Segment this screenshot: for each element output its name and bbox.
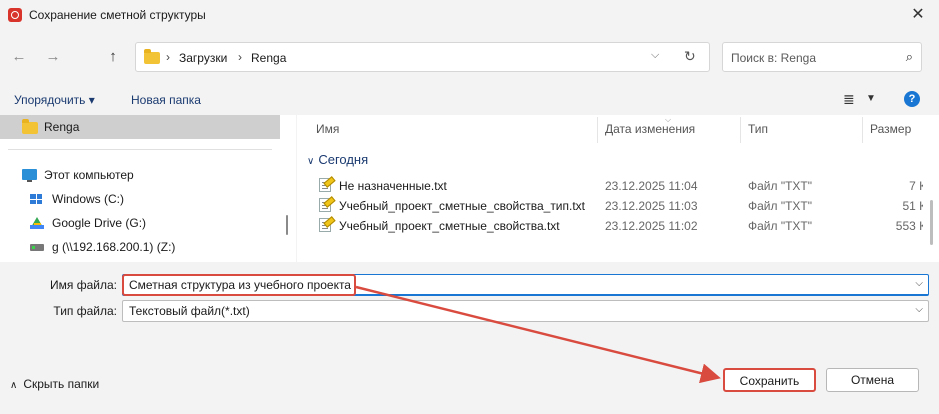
network-drive-icon (30, 244, 44, 251)
sidebar-item-renga[interactable]: Renga (0, 115, 280, 139)
file-type: Файл "TXT" (748, 219, 813, 233)
renga-app-icon (8, 8, 22, 22)
chevron-down-icon[interactable]: ⌵ (651, 49, 659, 62)
filetype-select[interactable]: Текстовый файл(*.txt) ⌵ (122, 300, 929, 322)
title-bar: Сохранение сметной структуры ✕ (0, 0, 939, 31)
folder-icon (22, 119, 38, 134)
file-row[interactable]: Учебный_проект_сметные_свойства.txt 23.1… (297, 216, 939, 236)
navigation-pane: Renga Этот компьютер Windows (C:) Google… (0, 115, 296, 262)
column-divider[interactable] (740, 117, 741, 143)
google-drive-icon (30, 217, 44, 229)
cancel-button[interactable]: Отмена (826, 368, 919, 392)
chevron-down-icon: ∨ (307, 156, 315, 167)
chevron-right-icon: › (166, 50, 170, 64)
view-options-icon[interactable]: ≣ (843, 91, 855, 108)
new-folder-button[interactable]: Новая папка (131, 93, 201, 107)
filetype-value: Текстовый файл(*.txt) (129, 304, 250, 318)
chevron-down-icon[interactable]: ▼ (866, 93, 876, 104)
command-toolbar: Упорядочить ▾ Новая папка ≣ ▼ ? (0, 86, 939, 114)
column-header-size[interactable]: Размер (870, 122, 911, 136)
filetype-label: Тип файла: (53, 304, 117, 318)
forward-icon[interactable]: → (42, 46, 64, 68)
sidebar-item-label: g (\\192.168.200.1) (Z:) (52, 240, 176, 254)
address-bar[interactable]: › Загрузки › Renga ⌵ ↻ (135, 42, 710, 72)
back-icon[interactable]: ← (8, 46, 30, 68)
chevron-down-icon[interactable]: ⌵ (915, 278, 923, 289)
file-type: Файл "TXT" (748, 179, 813, 193)
column-header-type[interactable]: Тип (748, 122, 768, 136)
save-form: Имя файла: Сметная структура из учебного… (0, 262, 939, 352)
chevron-up-icon: ∧ (10, 380, 18, 391)
file-row[interactable]: Учебный_проект_сметные_свойства_тип.txt … (297, 196, 939, 216)
search-box[interactable]: Поиск в: Renga ⌕ (722, 42, 922, 72)
group-label: Сегодня (318, 152, 369, 167)
sidebar-item-label: Renga (44, 120, 80, 134)
chevron-right-icon: › (238, 50, 242, 64)
sidebar-item-label: Google Drive (G:) (52, 216, 147, 230)
file-name: Учебный_проект_сметные_свойства.txt (339, 219, 560, 233)
sidebar-item-google-drive[interactable]: Google Drive (G:) (0, 212, 280, 236)
refresh-icon[interactable]: ↻ (684, 48, 696, 65)
filename-label: Имя файла: (50, 278, 117, 292)
column-header-name[interactable]: Имя (316, 122, 339, 136)
folder-icon (144, 49, 160, 64)
file-date: 23.12.2025 11:02 (605, 219, 698, 233)
scrollbar-thumb[interactable] (930, 200, 933, 245)
computer-icon (22, 169, 37, 182)
close-icon[interactable]: ✕ (907, 4, 929, 26)
text-file-icon (319, 198, 331, 212)
sidebar-item-windows-c[interactable]: Windows (C:) (0, 188, 280, 212)
annotation-highlight-filename (122, 274, 356, 296)
save-button[interactable]: Сохранить (723, 368, 816, 392)
breadcrumb-downloads[interactable]: Загрузки (179, 51, 227, 65)
hide-folders-button[interactable]: ∧ Скрыть папки (10, 377, 99, 391)
sidebar-scrollbar[interactable] (286, 215, 288, 235)
window-title: Сохранение сметной структуры (29, 8, 206, 22)
file-date: 23.12.2025 11:03 (605, 199, 698, 213)
file-date: 23.12.2025 11:04 (605, 179, 698, 193)
dialog-footer: ∧ Скрыть папки Сохранить Отмена (0, 352, 939, 414)
sidebar-item-network-z[interactable]: g (\\192.168.200.1) (Z:) (0, 236, 280, 260)
hide-folders-label: Скрыть папки (23, 377, 100, 391)
search-input[interactable]: Поиск в: Renga (731, 51, 816, 65)
file-type: Файл "TXT" (748, 199, 813, 213)
file-list-scrollbar[interactable] (923, 115, 939, 262)
sidebar-item-label: Windows (C:) (52, 192, 125, 206)
file-name: Учебный_проект_сметные_свойства_тип.txt (339, 199, 586, 213)
navigation-bar: ← → ↑ › Загрузки › Renga ⌵ ↻ Поиск в: Re… (0, 31, 939, 81)
windows-drive-icon (30, 194, 42, 204)
file-list: ⌵ Имя Дата изменения Тип Размер ∨ Сегодня… (297, 115, 939, 262)
text-file-icon (319, 218, 331, 232)
file-name: Не назначенные.txt (339, 179, 447, 193)
chevron-down-icon[interactable]: ⌵ (915, 304, 923, 315)
text-file-icon (319, 178, 331, 192)
sidebar-item-this-pc[interactable]: Этот компьютер (0, 164, 280, 188)
breadcrumb-renga[interactable]: Renga (251, 51, 286, 65)
column-header-date[interactable]: Дата изменения (605, 122, 695, 136)
help-icon[interactable]: ? (904, 91, 920, 107)
file-row[interactable]: Не назначенные.txt 23.12.2025 11:04 Файл… (297, 176, 939, 196)
column-divider[interactable] (862, 117, 863, 143)
divider (8, 149, 272, 150)
search-icon: ⌕ (905, 49, 913, 64)
column-divider[interactable] (597, 117, 598, 143)
organize-button[interactable]: Упорядочить ▾ (14, 93, 95, 107)
sidebar-item-label: Этот компьютер (44, 168, 134, 182)
group-header-today[interactable]: ∨ Сегодня (307, 152, 368, 167)
up-icon[interactable]: ↑ (102, 46, 124, 68)
